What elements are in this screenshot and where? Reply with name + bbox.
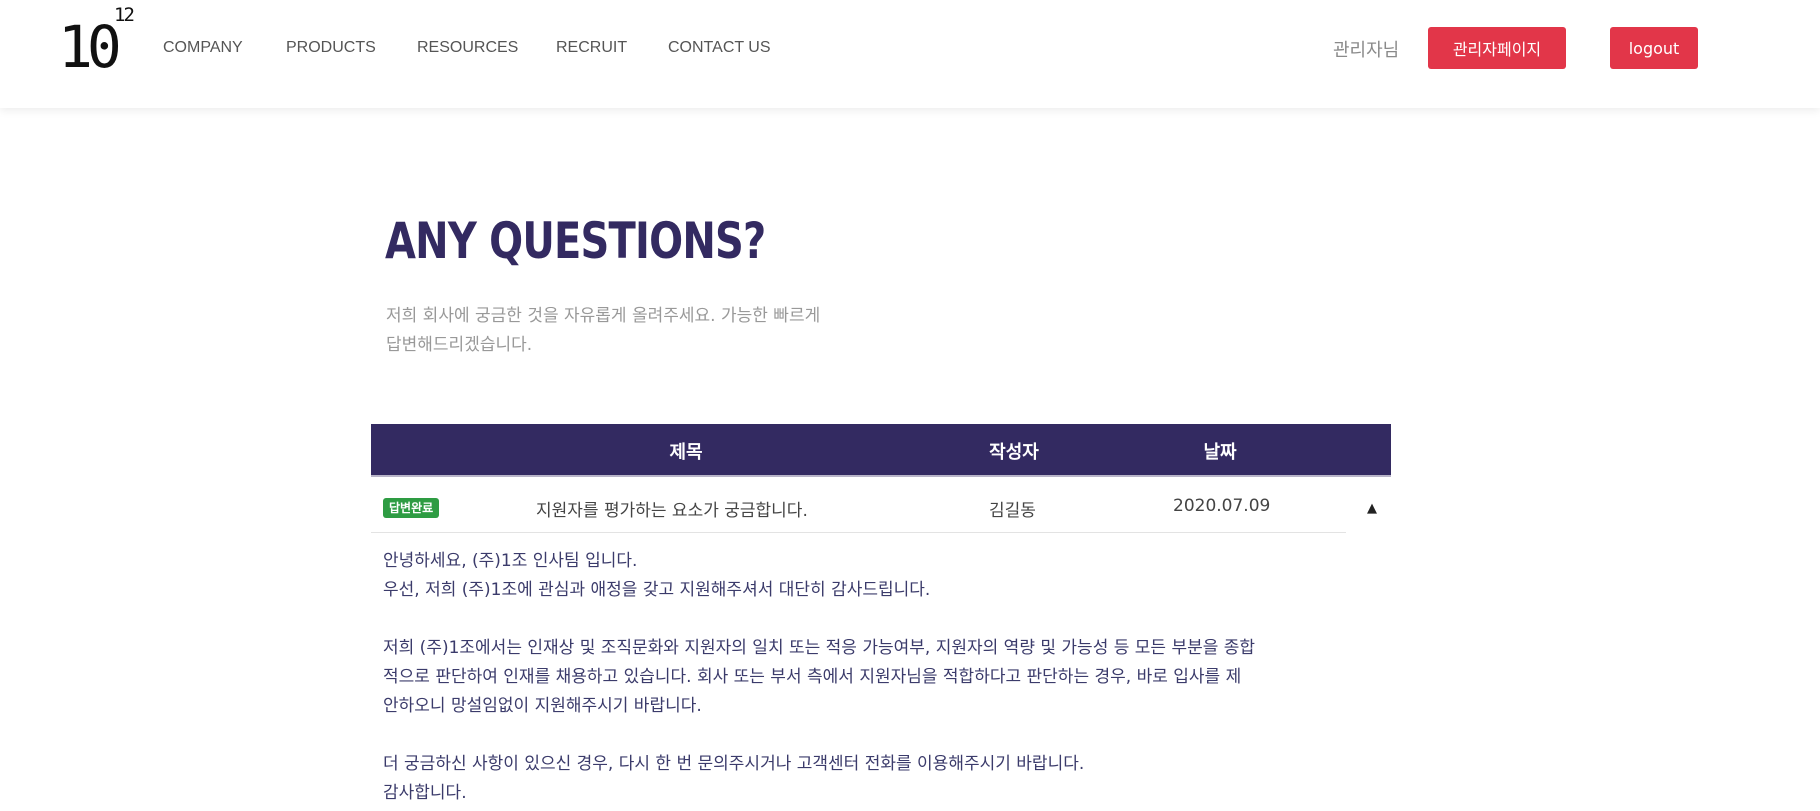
subtitle-line-1: 저희 회사에 궁금한 것을 자유롭게 올려주세요. 가능한 빠르게 <box>386 306 821 326</box>
row-title[interactable]: 지원자를 평가하는 요소가 궁금합니다. <box>536 496 808 521</box>
qna-table: 제목 작성자 날짜 답변완료 지원자를 평가하는 요소가 궁금합니다. 김길동 … <box>371 424 1391 533</box>
nav-contact-us[interactable]: CONTACT US <box>668 39 771 57</box>
admin-page-button[interactable]: 관리자페이지 <box>1428 27 1566 69</box>
page-subtitle: 저희 회사에 궁금한 것을 자유롭게 올려주세요. 가능한 빠르게 답변해드리겠… <box>386 302 906 360</box>
table-row[interactable]: 답변완료 지원자를 평가하는 요소가 궁금합니다. 김길동 2020.07.09… <box>371 477 1377 533</box>
nav-resources[interactable]: RESOURCES <box>417 39 518 57</box>
column-header-title: 제목 <box>669 442 703 463</box>
collapse-arrow-icon[interactable]: ▲ <box>1361 497 1383 519</box>
answer-line: 안녕하세요, (주)1조 인사팀 입니다. <box>383 551 638 571</box>
nav-recruit[interactable]: RECRUIT <box>556 39 627 57</box>
answer-line: 저희 (주)1조에서는 인재상 및 조직문화와 지원자의 일치 또는 적응 가능… <box>383 638 1256 658</box>
column-header-author: 작성자 <box>989 442 1039 463</box>
site-header: 10 12 COMPANY PRODUCTS RESOURCES RECRUIT… <box>0 0 1820 108</box>
answer-line: 안하오니 망설임없이 지원해주시기 바랍니다. <box>383 696 702 716</box>
row-author: 김길동 <box>989 501 1036 521</box>
row-date: 2020.07.09 <box>1173 496 1271 516</box>
nav-company[interactable]: COMPANY <box>163 39 243 57</box>
status-badge: 답변완료 <box>383 498 440 518</box>
nav-products[interactable]: PRODUCTS <box>286 39 376 57</box>
admin-username: 관리자님 <box>1333 40 1400 61</box>
answer-body: 안녕하세요, (주)1조 인사팀 입니다. 우선, 저희 (주)1조에 관심과 … <box>383 547 1343 808</box>
logo[interactable]: 10 12 <box>58 6 148 80</box>
answer-line: 적으로 판단하여 인재를 채용하고 있습니다. 회사 또는 부서 측에서 지원자… <box>383 667 1242 687</box>
logout-button[interactable]: logout <box>1610 27 1698 69</box>
logo-superscript-text: 12 <box>114 4 135 26</box>
answer-line: 우선, 저희 (주)1조에 관심과 애정을 갖고 지원해주셔서 대단히 감사드립… <box>383 580 931 600</box>
page-title: ANY QUESTIONS? <box>385 212 766 270</box>
answer-line: 감사합니다. <box>383 783 467 803</box>
column-header-date: 날짜 <box>1203 442 1237 463</box>
subtitle-line-2: 답변해드리겠습니다. <box>386 335 533 355</box>
table-header: 제목 작성자 날짜 <box>371 424 1391 477</box>
logo-main-text: 10 <box>58 13 122 81</box>
answer-line: 더 궁금하신 사항이 있으신 경우, 다시 한 번 문의주시거나 고객센터 전화… <box>383 754 1085 774</box>
